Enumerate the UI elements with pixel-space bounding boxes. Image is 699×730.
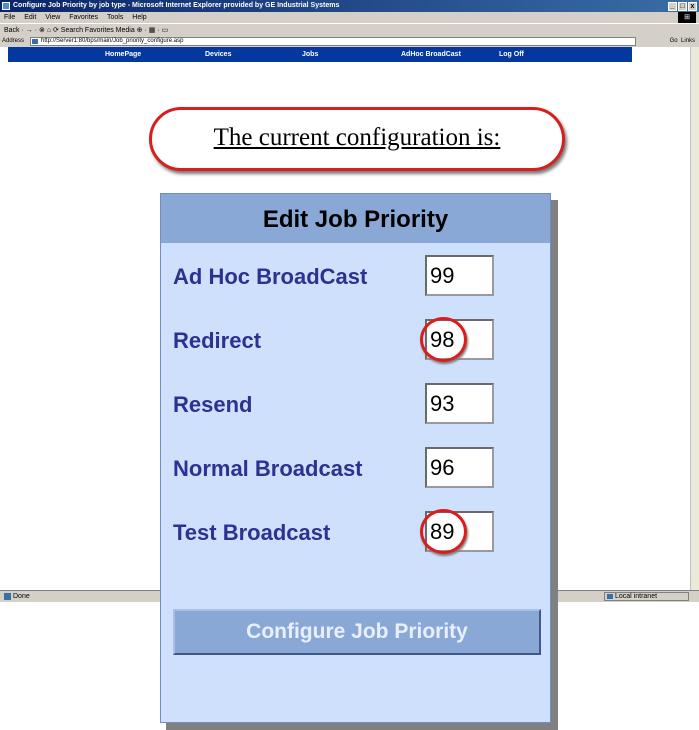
label-ad-hoc-broadcast: Ad Hoc BroadCast [173,264,368,289]
minimize-button[interactable]: _ [668,2,677,11]
label-normal-broadcast: Normal Broadcast [173,456,363,481]
site-nav-bar: HomePage Devices Jobs AdHoc BroadCast Lo… [8,47,632,62]
links-label[interactable]: Links [681,38,695,44]
page-done-icon [4,592,11,600]
nav-devices[interactable]: Devices [205,47,231,62]
priority-input-resend[interactable]: 93 [425,383,494,424]
windows-logo-icon: ⊞ [678,12,696,23]
menu-tools[interactable]: Tools [107,14,123,21]
maximize-button[interactable]: □ [678,2,687,11]
nav-log-off[interactable]: Log Off [499,47,524,62]
label-resend: Resend [173,392,253,417]
menu-bar: File Edit View Favorites Tools Help ⊞ [0,12,699,23]
menu-favorites[interactable]: Favorites [69,14,98,21]
close-button[interactable]: x [688,2,697,11]
vertical-scrollbar[interactable] [690,47,699,592]
panel-title: Edit Job Priority [161,194,550,243]
menu-file[interactable]: File [4,14,15,21]
nav-adhoc-broadcast[interactable]: AdHoc BroadCast [401,47,461,62]
label-redirect: Redirect [173,328,262,353]
go-button[interactable]: Go Links [670,36,695,47]
nav-spacer [632,47,682,62]
intranet-icon [607,594,613,599]
toolbar-buttons[interactable]: Back · → · ⊗ ⌂ ⟳ Search Favorites Media … [4,27,168,34]
page-heading: The current configuration is: [213,124,501,151]
title-bar: Configure Job Priority by job type - Mic… [0,0,699,12]
address-bar: Address http://Server1:80/bps/main/Job_p… [0,36,699,47]
address-url: http://Server1:80/bps/main/Job_priority_… [41,38,184,44]
highlight-ring [420,509,467,554]
menu-edit[interactable]: Edit [24,14,36,21]
menu-help[interactable]: Help [132,14,146,21]
menu-view[interactable]: View [45,14,60,21]
security-zone: Local intranet [604,592,689,601]
label-test-broadcast: Test Broadcast [173,520,331,545]
window-title: Configure Job Priority by job type - Mic… [13,2,340,9]
status-text: Done [13,593,30,600]
configure-job-priority-button[interactable]: Configure Job Priority [173,609,541,655]
nav-homepage[interactable]: HomePage [105,47,141,62]
status-done: Done [4,591,30,603]
edit-job-priority-panel: Edit Job Priority Ad Hoc BroadCast 99 Re… [160,193,551,723]
address-label: Address [2,38,25,44]
page-icon [32,39,38,44]
browser-toolbar: Back · → · ⊗ ⌂ ⟳ Search Favorites Media … [0,23,699,36]
priority-input-normal-broadcast[interactable]: 96 [425,447,494,488]
zone-text: Local intranet [615,593,658,600]
nav-jobs[interactable]: Jobs [302,47,318,62]
highlight-ring [420,317,467,362]
address-input[interactable]: http://Server1:80/bps/main/Job_priority_… [30,37,636,46]
go-label: Go [669,38,678,44]
ie-icon [2,2,10,10]
priority-input-ad-hoc-broadcast[interactable]: 99 [425,255,494,296]
